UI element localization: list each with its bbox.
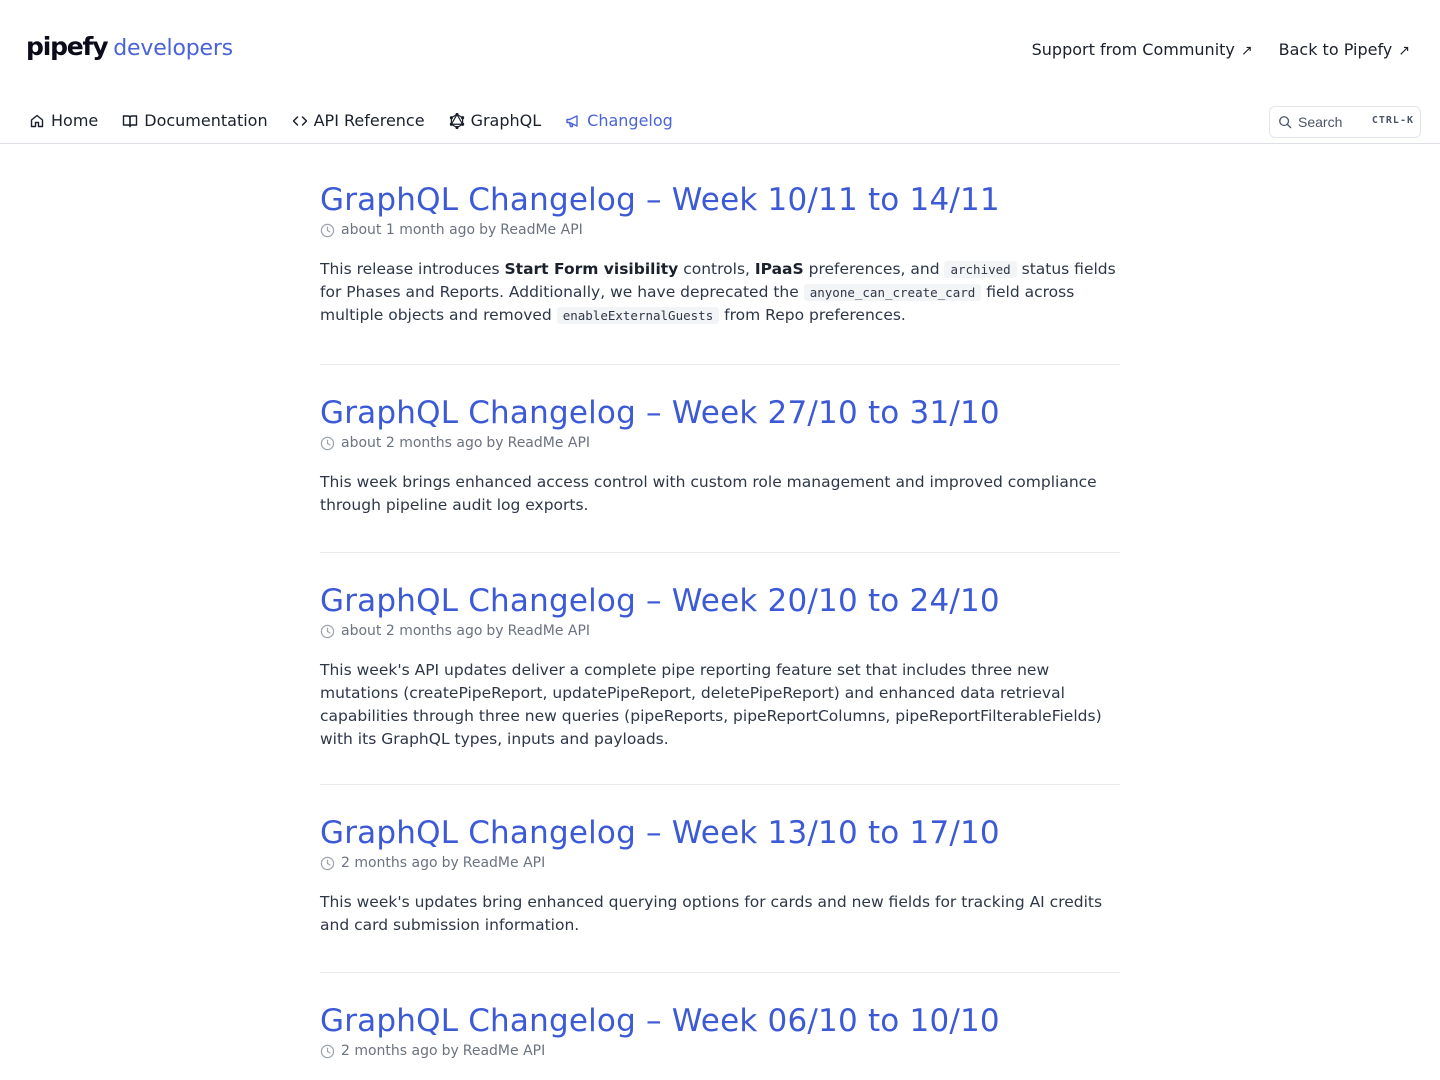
entry-time: about 2 months ago — [341, 623, 483, 639]
entry-time: 2 months ago — [341, 855, 438, 871]
nav-tabs: Home Documentation API Reference GraphQL… — [29, 111, 673, 130]
external-link-icon: ↗ — [1240, 43, 1253, 59]
changelog-entry: GraphQL Changelog – Week 20/10 to 24/10 … — [320, 553, 1120, 785]
back-to-pipefy-label: Back to Pipefy — [1278, 40, 1393, 59]
search-icon — [1279, 116, 1292, 129]
nav-item-label: Home — [51, 111, 99, 130]
nav-item-label: Changelog — [587, 111, 673, 130]
search-button[interactable]: Search CTRL-K — [1269, 106, 1421, 138]
entry-excerpt: This release introduces Start Form visib… — [320, 258, 1120, 327]
entry-author[interactable]: ReadMe API — [508, 435, 590, 451]
graphql-icon — [449, 112, 464, 129]
clock-icon — [320, 856, 335, 870]
entry-meta: about 2 months ago by ReadMe API — [320, 623, 1120, 639]
excerpt-text: preferences, and — [803, 260, 945, 278]
clock-icon — [320, 624, 335, 638]
clock-icon — [320, 223, 335, 237]
excerpt-strong: IPaaS — [754, 260, 804, 278]
entry-by: by — [441, 1043, 459, 1059]
entry-meta: about 2 months ago by ReadMe API — [320, 435, 1120, 451]
entry-by: by — [486, 435, 504, 451]
top-header: pipefy developers Support from Community… — [0, 0, 1440, 100]
entry-time: about 2 months ago — [341, 435, 483, 451]
nav-item-documentation[interactable]: Documentation — [122, 111, 268, 130]
clock-icon — [320, 1044, 335, 1058]
logo-text: developers — [113, 36, 233, 61]
entry-excerpt: This week's updates bring enhanced query… — [320, 893, 1103, 934]
nav-item-changelog[interactable]: Changelog — [565, 111, 673, 130]
entry-by: by — [441, 855, 459, 871]
entry-by: by — [479, 222, 497, 238]
changelog-entry-title[interactable]: GraphQL Changelog – Week 27/10 to 31/10 — [320, 393, 1120, 433]
entry-author[interactable]: ReadMe API — [463, 1043, 545, 1059]
search-shortcut: CTRL-K — [1371, 115, 1414, 126]
entry-excerpt: This week's API updates deliver a comple… — [320, 661, 1102, 748]
excerpt-text: This release introduces — [320, 260, 505, 278]
entry-time: about 1 month ago — [341, 222, 476, 238]
nav-item-label: API Reference — [313, 111, 425, 130]
entry-time: 2 months ago — [341, 1043, 438, 1059]
changelog-entry: GraphQL Changelog – Week 13/10 to 17/10 … — [320, 785, 1120, 973]
code-icon — [292, 115, 307, 126]
changelog-entry-title[interactable]: GraphQL Changelog – Week 13/10 to 17/10 — [320, 813, 1120, 853]
changelog-list: GraphQL Changelog – Week 10/11 to 14/11 … — [320, 144, 1120, 1059]
excerpt-code: anyone_can_create_card — [803, 284, 982, 301]
entry-excerpt: This week brings enhanced access control… — [320, 473, 1097, 514]
main-nav: Home Documentation API Reference GraphQL… — [0, 100, 1440, 144]
changelog-entry: GraphQL Changelog – Week 27/10 to 31/10 … — [320, 365, 1120, 553]
entry-meta: about 1 month ago by ReadMe API — [320, 222, 1120, 238]
nav-item-label: GraphQL — [470, 111, 542, 130]
changelog-entry: GraphQL Changelog – Week 10/11 to 14/11 … — [320, 144, 1120, 365]
entry-meta: 2 months ago by ReadMe API — [320, 855, 1120, 871]
excerpt-text: controls, — [678, 260, 755, 278]
changelog-entry: GraphQL Changelog – Week 06/10 to 10/10 … — [320, 973, 1120, 1059]
external-link-icon: ↗ — [1398, 43, 1410, 59]
nav-item-label: Documentation — [144, 111, 268, 130]
home-icon — [30, 114, 44, 127]
logo-mark: pipefy — [26, 32, 109, 61]
support-community-label: Support from Community — [1031, 40, 1235, 59]
excerpt-code: archived — [944, 261, 1017, 278]
excerpt-code: enableExternalGuests — [556, 307, 720, 324]
entry-author[interactable]: ReadMe API — [500, 222, 582, 238]
excerpt-text: from Repo preferences. — [719, 306, 906, 324]
entry-author[interactable]: ReadMe API — [463, 855, 545, 871]
megaphone-icon — [566, 114, 578, 127]
changelog-entry-title[interactable]: GraphQL Changelog – Week 06/10 to 10/10 — [320, 1001, 1120, 1041]
entry-meta: 2 months ago by ReadMe API — [320, 1043, 1120, 1059]
book-icon — [123, 114, 138, 127]
excerpt-strong: Start Form visibility — [504, 260, 679, 278]
nav-item-home[interactable]: Home — [29, 111, 98, 130]
clock-icon — [320, 436, 335, 450]
back-to-pipefy-link[interactable]: Back to Pipefy ↗ — [1279, 40, 1410, 59]
nav-item-api-reference[interactable]: API Reference — [292, 111, 425, 130]
entry-by: by — [486, 623, 504, 639]
support-community-link[interactable]: Support from Community ↗ — [1032, 40, 1253, 59]
entry-author[interactable]: ReadMe API — [508, 623, 590, 639]
site-logo[interactable]: pipefy developers — [26, 32, 233, 61]
changelog-entry-title[interactable]: GraphQL Changelog – Week 10/11 to 14/11 — [320, 180, 1120, 220]
nav-item-graphql[interactable]: GraphQL — [449, 111, 542, 130]
changelog-entry-title[interactable]: GraphQL Changelog – Week 20/10 to 24/10 — [320, 581, 1120, 621]
header-links: Support from Community ↗ Back to Pipefy ↗ — [1032, 40, 1410, 59]
search-label: Search — [1298, 114, 1343, 130]
